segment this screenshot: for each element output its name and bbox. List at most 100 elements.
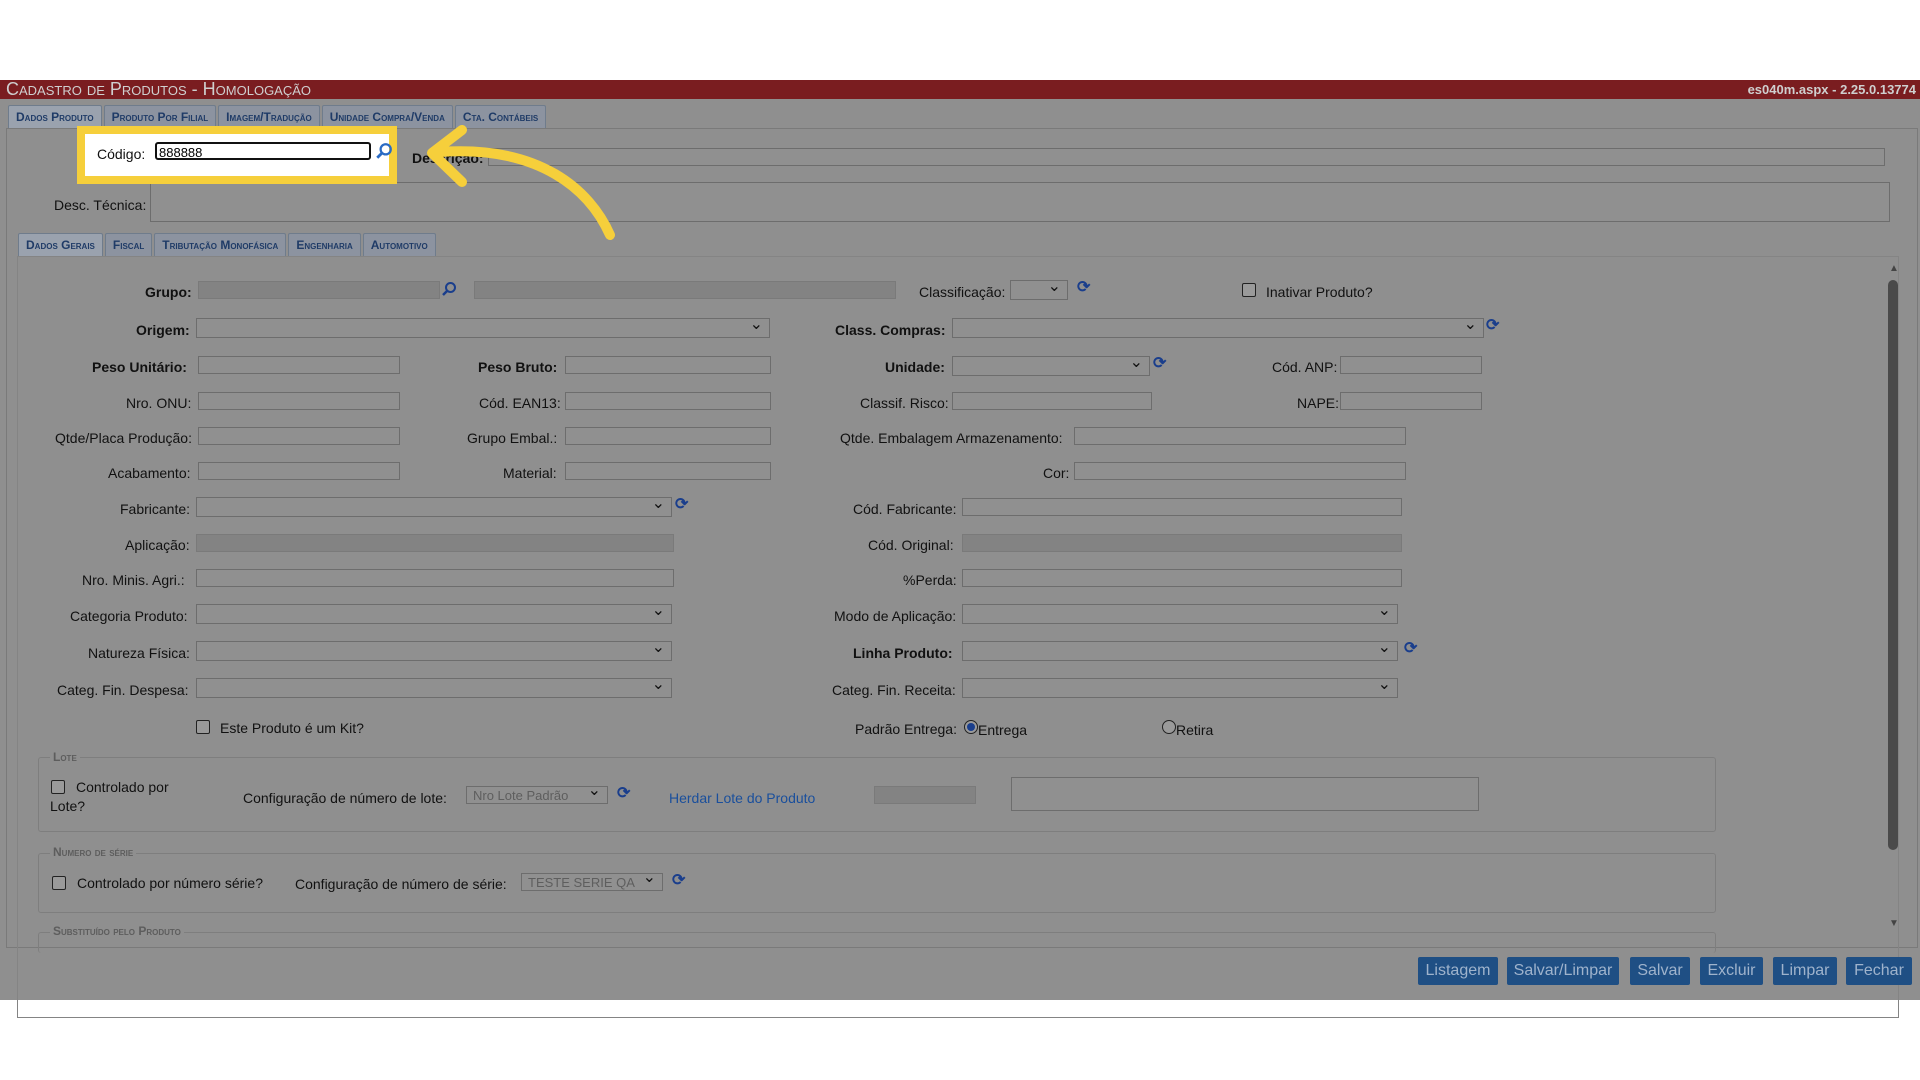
- lote-disabled-input[interactable]: [874, 786, 976, 804]
- serie-legend: Numero de série: [50, 845, 137, 859]
- fechar-button[interactable]: Fechar: [1846, 957, 1912, 985]
- lote-checkbox[interactable]: [51, 780, 65, 794]
- nro-onu-input[interactable]: [198, 392, 400, 410]
- origem-select[interactable]: [196, 314, 770, 338]
- linha-produto-select[interactable]: [962, 637, 1398, 661]
- class-compras-label: Class. Compras:: [835, 322, 946, 338]
- categ-receita-select[interactable]: [962, 674, 1398, 698]
- window-title: Cadastro de Produtos - Homologação: [6, 79, 312, 99]
- retira-label: Retira: [1176, 722, 1214, 738]
- descricao-input[interactable]: [488, 148, 1885, 166]
- tab-produto-por-filial[interactable]: Produto Por Filial: [103, 105, 217, 128]
- retira-radio[interactable]: [1162, 720, 1176, 734]
- perda-input[interactable]: [962, 569, 1402, 587]
- categ-despesa-label: Categ. Fin. Despesa:: [57, 682, 189, 698]
- modo-aplicacao-select[interactable]: [962, 600, 1398, 624]
- class-compras-select[interactable]: [952, 314, 1484, 338]
- version-label: es040m.aspx - 2.25.0.13774: [1747, 82, 1916, 97]
- title-bar: Cadastro de Produtos - Homologação es040…: [0, 80, 1920, 99]
- qtde-placa-input[interactable]: [198, 427, 400, 445]
- salvar-limpar-button[interactable]: Salvar/Limpar: [1507, 957, 1619, 985]
- padrao-entrega-label: Padrão Entrega:: [855, 721, 957, 737]
- limpar-button[interactable]: Limpar: [1773, 957, 1837, 985]
- salvar-button[interactable]: Salvar: [1630, 957, 1690, 985]
- material-input[interactable]: [565, 462, 771, 480]
- nro-minis-label: Nro. Minis. Agri.:: [82, 572, 185, 588]
- peso-bruto-input[interactable]: [565, 356, 771, 374]
- entrega-radio[interactable]: [964, 720, 978, 734]
- tab-fiscal[interactable]: Fiscal: [104, 233, 153, 256]
- inativar-checkbox[interactable]: [1242, 283, 1256, 297]
- fabricante-label: Fabricante:: [120, 501, 191, 517]
- search-icon[interactable]: [375, 142, 393, 160]
- cod-fabricante-input[interactable]: [962, 498, 1402, 516]
- refresh-icon[interactable]: ⟳: [1153, 356, 1169, 372]
- cod-anp-label: Cód. ANP:: [1272, 359, 1338, 375]
- grupo-embal-label: Grupo Embal.:: [467, 430, 558, 446]
- grupo-embal-input[interactable]: [565, 427, 771, 445]
- inativar-label: Inativar Produto?: [1266, 284, 1373, 300]
- herdar-lote-link[interactable]: Herdar Lote do Produto: [669, 790, 815, 806]
- cod-ean13-label: Cód. EAN13:: [479, 395, 561, 411]
- lote-legend: Lote: [50, 750, 80, 764]
- serie-controlado-label: Controlado por número série?: [77, 875, 263, 891]
- lote-textarea[interactable]: [1011, 777, 1479, 811]
- unidade-select[interactable]: [952, 352, 1150, 376]
- arrow-annotation-icon: [427, 125, 615, 240]
- cod-ean13-input[interactable]: [565, 392, 771, 410]
- acabamento-label: Acabamento:: [108, 465, 191, 481]
- excluir-button[interactable]: Excluir: [1700, 957, 1763, 985]
- acabamento-input[interactable]: [198, 462, 400, 480]
- cod-fabricante-label: Cód. Fabricante:: [853, 501, 957, 517]
- kit-label: Este Produto é um Kit?: [220, 720, 364, 736]
- unidade-label: Unidade:: [885, 359, 945, 375]
- cor-label: Cor:: [1043, 465, 1070, 481]
- nape-input[interactable]: [1340, 392, 1482, 410]
- tab-tributacao-monofasica[interactable]: Tributação Monofásica: [154, 233, 287, 256]
- cor-input[interactable]: [1074, 462, 1406, 480]
- cod-original-input[interactable]: [962, 534, 1402, 552]
- categ-despesa-select[interactable]: [196, 674, 672, 698]
- qtde-placa-label: Qtde/Placa Produção:: [55, 430, 192, 446]
- lote-config-select[interactable]: Nro Lote Padrão: [466, 782, 608, 804]
- refresh-icon[interactable]: ⟳: [1486, 318, 1502, 334]
- refresh-icon[interactable]: ⟳: [672, 873, 688, 889]
- tab-dados-gerais[interactable]: Dados Gerais: [18, 233, 103, 256]
- classificacao-select[interactable]: [1010, 276, 1068, 300]
- qtde-embalagem-input[interactable]: [1074, 427, 1406, 445]
- sub-tab-bar: Dados Gerais Fiscal Tributação Monofásic…: [18, 233, 438, 256]
- natureza-fisica-label: Natureza Física:: [88, 645, 190, 661]
- kit-checkbox[interactable]: [196, 720, 210, 734]
- natureza-fisica-select[interactable]: [196, 637, 672, 661]
- nro-minis-input[interactable]: [196, 569, 674, 587]
- refresh-icon[interactable]: ⟳: [617, 786, 633, 802]
- serie-config-select[interactable]: TESTE SERIE QA: [521, 869, 663, 891]
- grupo-input[interactable]: [198, 281, 440, 299]
- scroll-up-icon[interactable]: ▲: [1889, 263, 1899, 274]
- scroll-down-icon[interactable]: ▼: [1889, 918, 1899, 929]
- fabricante-select[interactable]: [196, 493, 672, 517]
- refresh-icon[interactable]: ⟳: [675, 497, 691, 513]
- categoria-produto-select[interactable]: [196, 600, 672, 624]
- refresh-icon[interactable]: ⟳: [1077, 280, 1093, 296]
- aplicacao-label: Aplicação:: [125, 537, 190, 553]
- serie-checkbox[interactable]: [52, 876, 66, 890]
- tab-imagem-traducao[interactable]: Imagem/Tradução: [218, 105, 320, 128]
- search-icon[interactable]: [441, 281, 457, 297]
- refresh-icon[interactable]: ⟳: [1404, 641, 1420, 657]
- grupo-descricao-display: [474, 281, 896, 299]
- listagem-button[interactable]: Listagem: [1418, 957, 1498, 985]
- codigo-label: Código:: [97, 146, 146, 162]
- cod-anp-input[interactable]: [1340, 356, 1482, 374]
- tab-dados-produto[interactable]: Dados Produto: [8, 105, 102, 128]
- grupo-label: Grupo:: [145, 284, 192, 300]
- aplicacao-input[interactable]: [196, 534, 674, 552]
- peso-unitario-input[interactable]: [198, 356, 400, 374]
- codigo-input[interactable]: 888888: [155, 142, 371, 160]
- vertical-scrollbar[interactable]: [1888, 280, 1898, 850]
- nape-label: NAPE:: [1297, 395, 1340, 411]
- categ-receita-label: Categ. Fin. Receita:: [832, 682, 956, 698]
- classif-risco-input[interactable]: [952, 392, 1152, 410]
- substituido-fieldset: [38, 932, 1716, 953]
- tab-engenharia[interactable]: Engenharia: [288, 233, 361, 256]
